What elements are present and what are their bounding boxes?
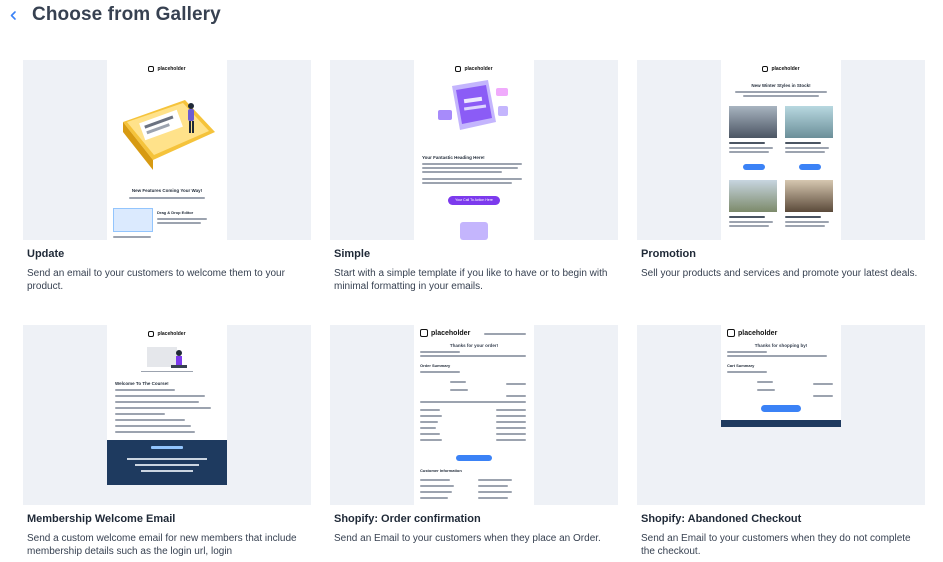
template-card-shopify-order-confirmation[interactable]: placeholder Thanks for your order! Order… xyxy=(330,325,618,562)
template-card-update[interactable]: placeholder New Features Coming Your Way… xyxy=(23,60,311,300)
preview-heading: New Winter Styles in Stock! xyxy=(751,83,811,88)
template-description: Send a custom welcome email for new memb… xyxy=(27,533,297,557)
product-image xyxy=(729,180,777,212)
template-preview[interactable]: placeholder Thanks for shopping by! Cart… xyxy=(637,325,925,505)
product-image xyxy=(785,106,833,138)
template-name: Simple xyxy=(334,248,371,260)
preview-heading: Thanks for shopping by! xyxy=(754,343,808,348)
template-description: Send an Email to your customers when the… xyxy=(334,533,601,544)
template-description: Sell your products and services and prom… xyxy=(641,268,918,279)
template-card-promotion[interactable]: placeholder New Winter Styles in Stock! … xyxy=(637,60,925,300)
shop-button xyxy=(743,164,765,170)
resume-order-button xyxy=(761,405,801,412)
preview-heading: Your Fantastic Heading Here! xyxy=(422,155,485,160)
product-image xyxy=(729,106,777,138)
template-preview[interactable]: placeholder New Features Coming Your Way… xyxy=(23,60,311,240)
template-preview[interactable]: placeholder Your Fantastic Heading Here!… xyxy=(330,60,618,240)
template-name: Membership Welcome Email xyxy=(27,513,176,525)
illustration xyxy=(141,347,193,372)
logo: placeholder xyxy=(107,66,227,72)
template-name: Promotion xyxy=(641,248,696,260)
footer-band xyxy=(107,440,227,485)
chevron-left-icon[interactable] xyxy=(7,6,21,24)
preview-heading: Thanks for your order! xyxy=(449,343,499,348)
preview-subheading: Drag & Drop Editor xyxy=(157,210,194,215)
preview-heading: New Features Coming Your Way! xyxy=(131,188,203,193)
template-preview[interactable]: placeholder Thanks for your order! Order… xyxy=(330,325,618,505)
logo: placeholder xyxy=(721,66,841,72)
shop-button xyxy=(799,164,821,170)
view-order-button xyxy=(456,455,492,461)
illustration xyxy=(123,100,215,170)
logo: placeholder xyxy=(420,329,470,337)
template-name: Shopify: Abandoned Checkout xyxy=(641,513,802,525)
template-card-membership-welcome[interactable]: placeholder Welcome To The Course! Membe… xyxy=(23,325,311,562)
template-card-simple[interactable]: placeholder Your Fantastic Heading Here!… xyxy=(330,60,618,300)
template-name: Update xyxy=(27,248,65,260)
template-card-shopify-abandoned-checkout[interactable]: placeholder Thanks for shopping by! Cart… xyxy=(637,325,925,562)
template-description: Send an Email to your customers when the… xyxy=(641,533,911,557)
template-preview[interactable]: placeholder New Winter Styles in Stock! xyxy=(637,60,925,240)
template-description: Send an email to your customers to welco… xyxy=(27,268,285,292)
product-image xyxy=(785,180,833,212)
logo: placeholder xyxy=(414,66,534,72)
template-preview[interactable]: placeholder Welcome To The Course! xyxy=(23,325,311,505)
template-description: Start with a simple template if you like… xyxy=(334,268,608,292)
preview-heading: Welcome To The Course! xyxy=(115,381,169,386)
logo: placeholder xyxy=(727,329,777,337)
page-header: Choose from Gallery xyxy=(0,0,943,34)
illustration xyxy=(438,80,508,130)
template-name: Shopify: Order confirmation xyxy=(334,513,481,525)
logo: placeholder xyxy=(107,331,227,337)
page-title: Choose from Gallery xyxy=(32,4,221,25)
footer-band xyxy=(721,420,841,427)
